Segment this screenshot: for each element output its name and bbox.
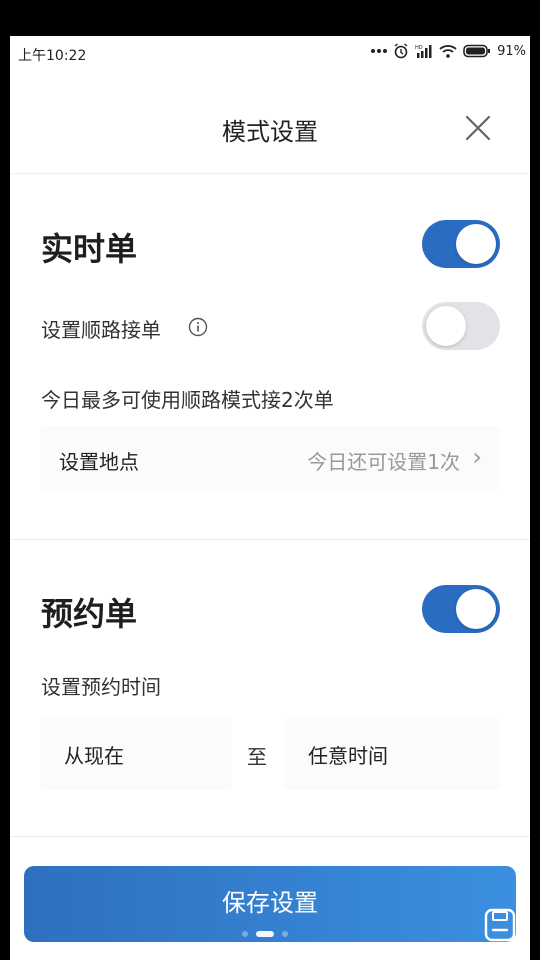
reservation-time-label: 设置预约时间 <box>41 675 161 699</box>
battery-icon <box>463 44 491 58</box>
section-divider <box>10 836 530 837</box>
app-window: 上午10:22 HD 91% 模式设置 实时单 设置顺路接单 今日最多可使用顺路… <box>10 36 530 960</box>
from-time-value: 从现在 <box>64 744 124 768</box>
close-button[interactable] <box>458 108 498 148</box>
reservation-title: 预约单 <box>41 595 138 633</box>
realtime-toggle[interactable] <box>422 220 500 268</box>
wifi-icon <box>439 44 457 58</box>
route-label: 设置顺路接单 <box>41 318 161 342</box>
chevron-right-icon: › <box>472 443 482 471</box>
page-dot <box>282 931 288 937</box>
more-dots-icon <box>371 48 388 54</box>
left-bezel <box>0 36 10 960</box>
screen: 上午10:22 HD 91% 模式设置 实时单 设置顺路接单 今日最多可使用顺路… <box>0 0 540 960</box>
realtime-title: 实时单 <box>41 230 138 268</box>
section-divider <box>10 539 530 540</box>
top-bezel <box>0 0 540 36</box>
info-icon[interactable] <box>188 317 208 337</box>
until-time-value: 任意时间 <box>308 744 388 768</box>
location-value: 今日还可设置1次 <box>307 450 460 474</box>
from-time-field[interactable]: 从现在 <box>40 716 232 790</box>
floppy-save-icon[interactable] <box>484 908 516 942</box>
status-bar: 上午10:22 HD 91% <box>10 36 530 70</box>
status-icons: HD 91% <box>371 43 526 59</box>
battery-percent: 91% <box>497 43 526 59</box>
svg-text:HD: HD <box>415 45 423 51</box>
toggle-knob <box>456 589 496 629</box>
alarm-icon <box>393 43 409 59</box>
route-note: 今日最多可使用顺路模式接2次单 <box>41 388 334 412</box>
until-time-field[interactable]: 任意时间 <box>284 716 500 790</box>
right-bezel <box>530 36 540 960</box>
close-icon <box>465 115 491 141</box>
location-card[interactable]: 设置地点 今日还可设置1次 › <box>40 426 500 492</box>
page-indicator <box>242 931 288 937</box>
toggle-knob <box>426 306 466 346</box>
page-title: 模式设置 <box>222 118 318 146</box>
page-dot-active <box>256 931 274 937</box>
header: 模式设置 <box>10 70 530 174</box>
status-time: 上午10:22 <box>18 48 87 64</box>
location-label: 设置地点 <box>59 450 139 474</box>
route-toggle[interactable] <box>422 302 500 350</box>
reservation-toggle[interactable] <box>422 585 500 633</box>
signal-icon: HD <box>415 44 433 58</box>
page-dot <box>242 931 248 937</box>
toggle-knob <box>456 224 496 264</box>
to-separator: 至 <box>247 745 267 769</box>
